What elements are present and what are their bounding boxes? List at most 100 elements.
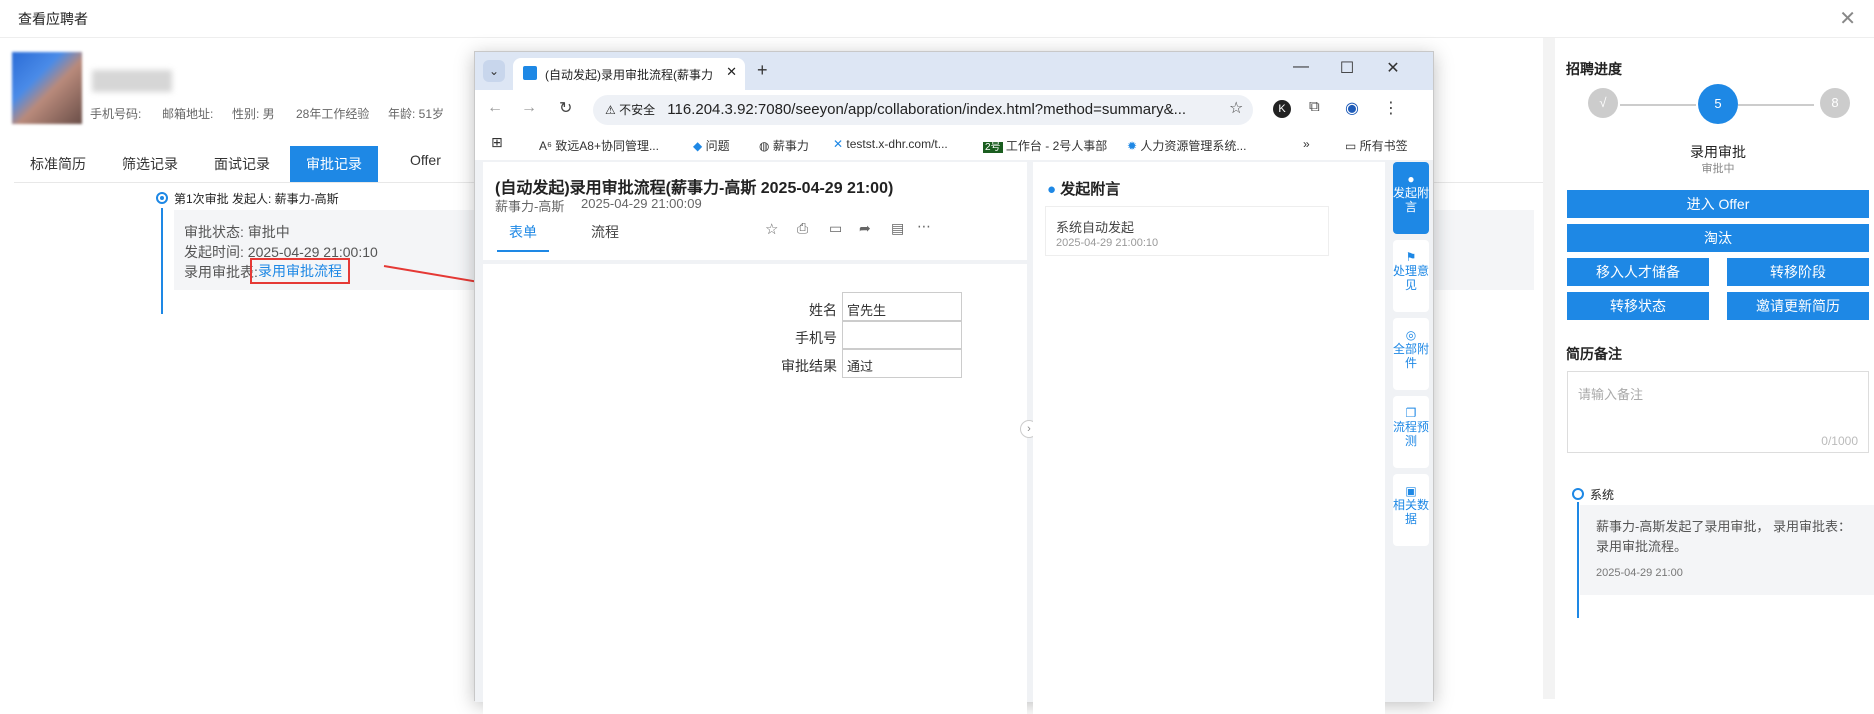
- print-icon[interactable]: ⎙: [797, 220, 808, 237]
- panel-divider: [1543, 38, 1555, 699]
- side-note-time: 2025-04-29 21:00:10: [1056, 237, 1159, 249]
- flag-icon: ⚑: [1405, 250, 1417, 264]
- apps-icon[interactable]: ⊞: [491, 134, 503, 151]
- tab-close-icon[interactable]: ✕: [722, 64, 737, 80]
- chat-icon: ●: [1407, 172, 1415, 186]
- side-note-text: 系统自动发起: [1056, 220, 1135, 235]
- url-text: 116.204.3.92:7080/seeyon/app/collaborati…: [667, 101, 1187, 118]
- step-next[interactable]: 8: [1820, 88, 1850, 118]
- bookmark-star-icon[interactable]: ☆: [1229, 98, 1243, 118]
- current-step-status: 审批中: [1701, 163, 1735, 175]
- tab-offer[interactable]: Offer: [394, 142, 457, 178]
- not-secure-badge[interactable]: ⚠ 不安全: [605, 103, 655, 117]
- avatar: [12, 52, 82, 124]
- close-icon[interactable]: ✕: [1839, 6, 1856, 31]
- bookmark-item[interactable]: ✕ testst.x-dhr.com/t...: [833, 137, 948, 151]
- rail-opinions[interactable]: ⚑ 处理意见: [1393, 240, 1429, 312]
- side-note-card: 系统自动发起 2025-04-29 21:00:10: [1045, 206, 1329, 256]
- favorite-icon[interactable]: ☆: [765, 220, 778, 238]
- log-text: 薪事力-高斯发起了录用审批， 录用审批表：录用审批流程。: [1596, 519, 1851, 554]
- log-line: [1577, 502, 1579, 618]
- extension-k-icon[interactable]: K: [1273, 100, 1291, 118]
- comment-icon: ●: [1047, 181, 1057, 198]
- new-tab-icon[interactable]: +: [757, 60, 768, 81]
- step-done[interactable]: √: [1588, 88, 1618, 118]
- note-title: 简历备注: [1566, 346, 1622, 362]
- browser-tab-title: (自动发起)录用审批流程(薪事力: [545, 68, 713, 82]
- top-bar: 查看应聘者 ✕: [0, 0, 1874, 38]
- tab-resume[interactable]: 标准简历: [14, 146, 102, 182]
- rail-flow-predict[interactable]: ❐ 流程预测: [1393, 396, 1429, 468]
- address-bar[interactable]: ⚠ 不安全 116.204.3.92:7080/seeyon/app/colla…: [593, 95, 1253, 125]
- all-bookmarks[interactable]: ▭ 所有书签: [1345, 137, 1408, 154]
- progress-title: 招聘进度: [1566, 61, 1622, 77]
- bookmark-item[interactable]: 2号 工作台 - 2号人事部: [983, 137, 1107, 154]
- extensions-icon[interactable]: ⧉: [1309, 98, 1320, 115]
- note-placeholder: 请输入备注: [1578, 387, 1644, 402]
- document-icon[interactable]: ▤: [891, 220, 904, 237]
- field-result-value[interactable]: 通过: [842, 348, 962, 378]
- log-source: 系统: [1590, 488, 1615, 502]
- current-step-label: 录用审批: [1690, 144, 1746, 160]
- timeline-line: [161, 208, 163, 314]
- form-header: (自动发起)录用审批流程(薪事力-高斯 2025-04-29 21:00) 薪事…: [483, 162, 1027, 260]
- candidate-age: 年龄: 51岁: [388, 107, 445, 121]
- page-title: 查看应聘者: [18, 11, 88, 27]
- tab-approval[interactable]: 审批记录: [290, 146, 378, 182]
- side-panel-title: ● 发起附言: [1047, 181, 1121, 198]
- more-icon[interactable]: ⋯: [917, 218, 931, 235]
- progress-line: [1620, 104, 1696, 106]
- forward-icon[interactable]: →: [521, 99, 537, 117]
- bookmarks-overflow-icon[interactable]: »: [1303, 137, 1310, 151]
- maximize-icon[interactable]: ☐: [1327, 58, 1367, 78]
- browser-menu-icon[interactable]: ⋮: [1383, 98, 1399, 118]
- tab-list-icon[interactable]: ⌄: [483, 60, 505, 82]
- step-current[interactable]: 5: [1698, 84, 1738, 124]
- bookmark-item[interactable]: ◍ 薪事力: [759, 137, 809, 154]
- attachment-icon: ◎: [1405, 328, 1417, 342]
- back-icon[interactable]: ←: [487, 99, 503, 117]
- form-body: 姓名 官先生 手机号 审批结果 通过: [483, 264, 1027, 714]
- rail-attachments[interactable]: ◎ 全部附件: [1393, 318, 1429, 390]
- move-stage-button[interactable]: 转移阶段: [1727, 258, 1869, 286]
- candidate-gender: 性别: 男: [232, 107, 275, 121]
- bookmark-item[interactable]: ✹ 人力资源管理系统...: [1127, 137, 1246, 154]
- timeline-dot: [156, 192, 168, 204]
- field-name-label: 姓名: [809, 302, 837, 318]
- form-author: 薪事力-高斯: [495, 199, 565, 214]
- note-textarea[interactable]: 请输入备注 0/1000: [1567, 371, 1869, 453]
- candidate-name-redacted: [92, 70, 172, 92]
- approval-form-link[interactable]: 录用审批流程: [250, 258, 350, 284]
- site-favicon-icon: [523, 66, 537, 80]
- log-dot: [1572, 488, 1584, 500]
- form-tab-flow[interactable]: 流程: [579, 222, 631, 242]
- note-counter: 0/1000: [1821, 434, 1858, 448]
- video-icon[interactable]: ▭: [829, 220, 842, 237]
- move-status-button[interactable]: 转移状态: [1567, 292, 1709, 320]
- side-panel: ● 发起附言 系统自动发起 2025-04-29 21:00:10: [1033, 162, 1385, 714]
- profile-icon[interactable]: ◉: [1345, 98, 1359, 118]
- candidate-email: 邮箱地址:: [162, 107, 214, 121]
- tab-interview[interactable]: 面试记录: [198, 146, 286, 182]
- forward-share-icon[interactable]: ➦: [859, 220, 871, 237]
- browser-tab[interactable]: (自动发起)录用审批流程(薪事力 ✕: [513, 58, 745, 90]
- bookmark-item[interactable]: ◆ 问题: [693, 137, 730, 154]
- eliminate-button[interactable]: 淘汰: [1567, 224, 1869, 252]
- field-phone-value[interactable]: [842, 320, 962, 350]
- browser-window: ⌄ (自动发起)录用审批流程(薪事力 ✕ + — ☐ ✕ ← → ↻ ⚠ 不安全…: [474, 51, 1434, 714]
- rail-launch-note[interactable]: ● 发起附言: [1393, 162, 1429, 234]
- field-name-value[interactable]: 官先生: [842, 292, 962, 322]
- record-status: 审批状态: 审批中: [184, 224, 290, 240]
- browser-nav-bar: ← → ↻ ⚠ 不安全 116.204.3.92:7080/seeyon/app…: [475, 90, 1433, 130]
- form-tab-form[interactable]: 表单: [497, 222, 549, 252]
- enter-offer-button[interactable]: 进入 Offer: [1567, 190, 1869, 218]
- browser-titlebar: ⌄ (自动发起)录用审批流程(薪事力 ✕ + — ☐ ✕: [475, 52, 1433, 90]
- tab-screening[interactable]: 筛选记录: [106, 146, 194, 182]
- reload-icon[interactable]: ↻: [559, 98, 572, 118]
- minimize-icon[interactable]: —: [1281, 58, 1321, 76]
- bookmark-item[interactable]: A⁶ 致远A8+协同管理...: [539, 137, 659, 154]
- window-close-icon[interactable]: ✕: [1373, 58, 1413, 78]
- rail-related-data[interactable]: ▣ 相关数据: [1393, 474, 1429, 546]
- invite-update-button[interactable]: 邀请更新简历: [1727, 292, 1869, 320]
- talent-pool-button[interactable]: 移入人才储备: [1567, 258, 1709, 286]
